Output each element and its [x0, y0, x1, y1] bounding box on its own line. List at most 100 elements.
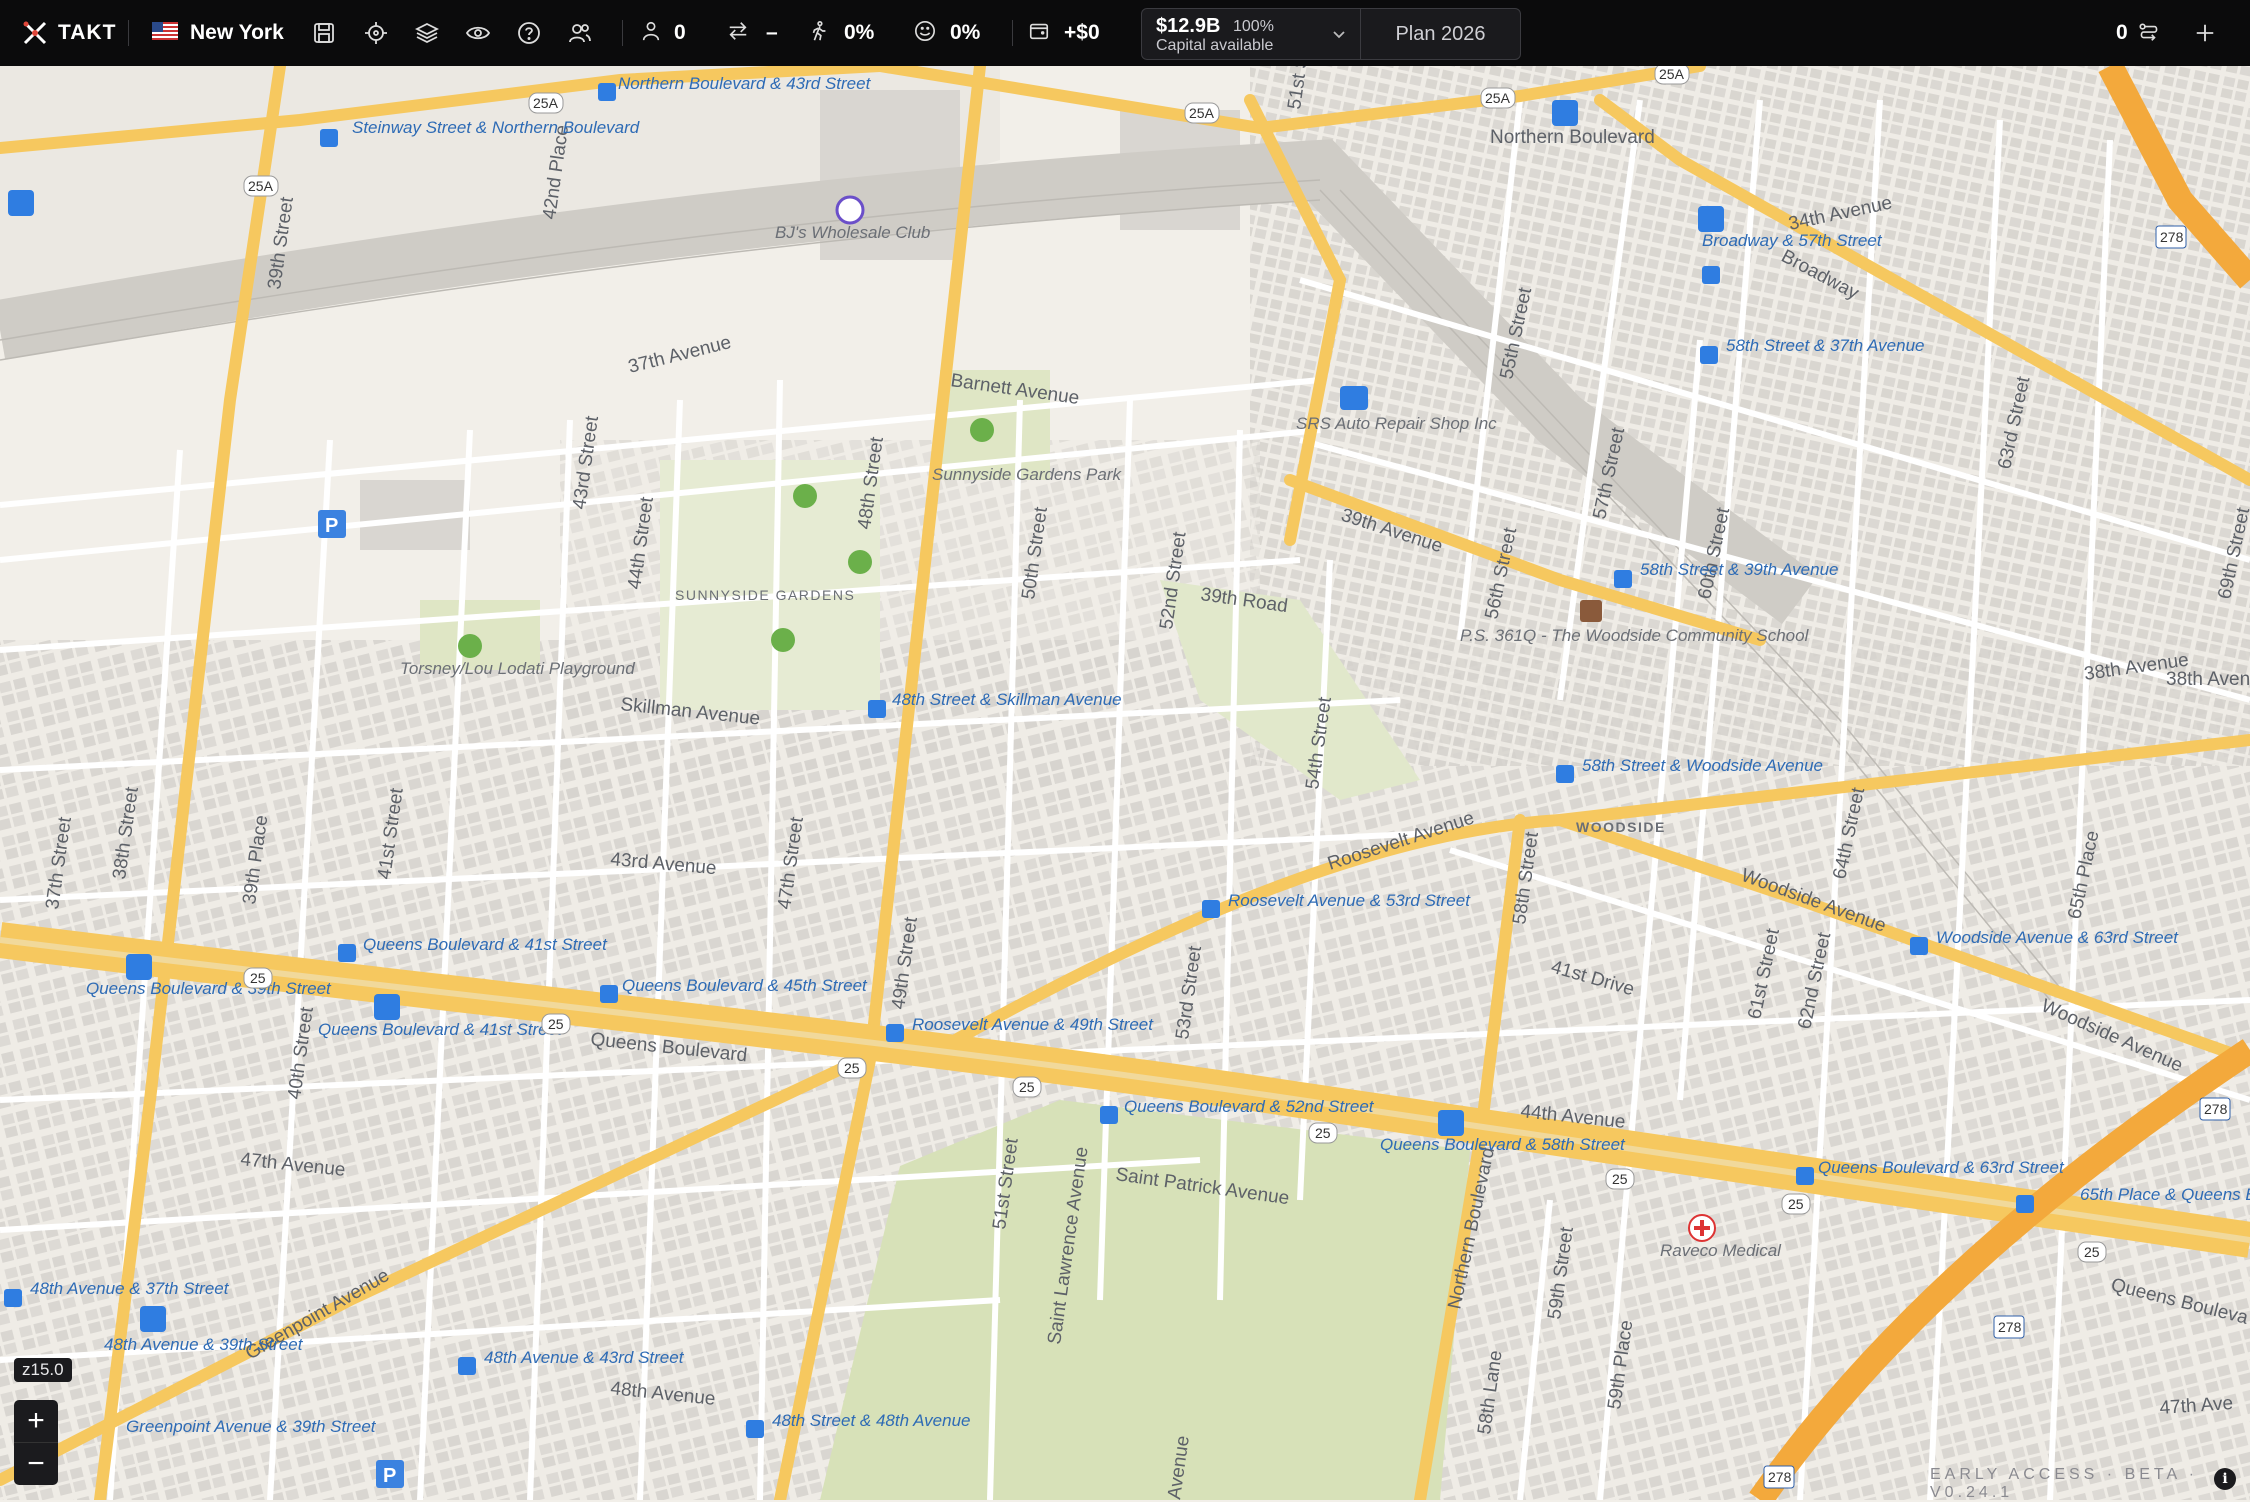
bus-stop-icon[interactable]	[746, 1420, 764, 1438]
bus-stop-icon[interactable]	[886, 1024, 904, 1042]
svg-text:25A: 25A	[248, 178, 274, 194]
train-icon[interactable]	[126, 954, 152, 980]
bus-stop-icon[interactable]	[338, 944, 356, 962]
bus-stop-icon[interactable]	[868, 700, 886, 718]
svg-text:Steinway Street & Northern Bou: Steinway Street & Northern Boulevard	[352, 118, 640, 137]
bus-stop-icon[interactable]	[1702, 266, 1720, 284]
train-icon[interactable]	[1698, 206, 1724, 232]
map-canvas[interactable]: Northern Boulevard Broadway 34th Avenue …	[0, 66, 2250, 1500]
plus-icon: +	[27, 1404, 45, 1437]
bus-stop-icon[interactable]	[4, 1289, 22, 1307]
zoom-in-button[interactable]: +	[14, 1400, 58, 1443]
svg-text:Greenpoint Avenue & 39th Stree: Greenpoint Avenue & 39th Street	[126, 1417, 377, 1436]
train-icon[interactable]	[8, 190, 34, 216]
train-icon[interactable]	[374, 994, 400, 1020]
capital-amount: $12.9B	[1156, 15, 1221, 37]
svg-text:Northern Boulevard: Northern Boulevard	[1490, 127, 1655, 148]
add-icon[interactable]	[2194, 0, 2216, 66]
budget-stat: +$0	[1028, 0, 1100, 66]
svg-text:WOODSIDE: WOODSIDE	[1576, 819, 1666, 835]
bus-stop-icon[interactable]	[1556, 765, 1574, 783]
svg-text:25: 25	[548, 1016, 564, 1032]
bus-stop-icon[interactable]	[458, 1357, 476, 1375]
layers-icon[interactable]	[415, 0, 439, 66]
takt-logo-icon	[22, 0, 48, 66]
svg-text:Queens Boulevard & 39th Street: Queens Boulevard & 39th Street	[86, 979, 332, 998]
smiley-icon	[914, 20, 936, 47]
population-value: 0	[674, 21, 686, 44]
capital-dropdown[interactable]: $12.9B 100% Capital available	[1142, 9, 1361, 59]
zoom-out-button[interactable]: −	[14, 1443, 58, 1485]
bus-stop-icon[interactable]	[1100, 1106, 1118, 1124]
svg-text:Torsney/Lou Lodati Playground: Torsney/Lou Lodati Playground	[400, 659, 635, 678]
tree-icon	[793, 484, 817, 508]
train-icon[interactable]	[1552, 100, 1578, 126]
svg-text:Queens Boulevard & 41st Street: Queens Boulevard & 41st Street	[318, 1020, 563, 1039]
svg-text:Roosevelt Avenue & 49th Street: Roosevelt Avenue & 49th Street	[912, 1015, 1154, 1034]
bus-stop-icon[interactable]	[1614, 570, 1632, 588]
svg-text:38th Aven: 38th Aven	[2166, 669, 2250, 690]
svg-text:25: 25	[1019, 1079, 1035, 1095]
svg-text:Queens Boulevard & 58th Street: Queens Boulevard & 58th Street	[1380, 1135, 1626, 1154]
svg-text:25A: 25A	[1659, 66, 1685, 82]
bus-stop-icon[interactable]	[1796, 1167, 1814, 1185]
svg-text:Broadway & 57th Street: Broadway & 57th Street	[1702, 231, 1883, 250]
bus-stop-icon[interactable]	[1910, 937, 1928, 955]
svg-text:Queens Boulevard & 45th Street: Queens Boulevard & 45th Street	[622, 976, 868, 995]
bus-stop-icon[interactable]	[1202, 900, 1220, 918]
beta-version-label: EARLY ACCESS · BETA · V0.24.1	[1930, 1466, 2199, 1501]
svg-text:48th Avenue & 43rd Street: 48th Avenue & 43rd Street	[484, 1348, 685, 1367]
transfer-stat: –	[726, 0, 778, 66]
capital-label: Capital available	[1156, 37, 1274, 54]
shopping-basket-icon	[835, 195, 865, 225]
plan-button[interactable]: Plan 2026	[1361, 9, 1520, 59]
svg-text:25: 25	[1788, 1196, 1804, 1212]
svg-text:Roosevelt Avenue & 53rd Street: Roosevelt Avenue & 53rd Street	[1228, 891, 1471, 910]
svg-text:58th Street & Woodside Avenue: 58th Street & Woodside Avenue	[1582, 756, 1823, 775]
eye-icon[interactable]	[466, 0, 490, 66]
locate-icon[interactable]	[364, 0, 388, 66]
svg-text:Sunnyside Gardens Park: Sunnyside Gardens Park	[932, 465, 1122, 484]
tree-icon	[970, 418, 994, 442]
capital-percent: 100%	[1233, 18, 1274, 35]
svg-text:278: 278	[1768, 1469, 1792, 1485]
top-toolbar: TAKT New York 0 – 0% 0% +$0 $12.9B 100% …	[0, 0, 2250, 66]
svg-text:25A: 25A	[1189, 105, 1215, 121]
walking-icon	[808, 19, 830, 48]
svg-text:Queens Boulevard & 63rd Street: Queens Boulevard & 63rd Street	[1818, 1158, 2065, 1177]
transfer-icon	[726, 20, 750, 47]
bus-stop-icon[interactable]	[1700, 346, 1718, 364]
tree-icon	[771, 628, 795, 652]
city-name: New York	[190, 21, 284, 44]
svg-text:65th Place & Queens Boulevard: 65th Place & Queens Boulevard	[2080, 1185, 2250, 1204]
svg-text:278: 278	[2160, 229, 2184, 245]
bus-stop-icon[interactable]	[600, 985, 618, 1003]
svg-text:Woodside Avenue & 63rd Street: Woodside Avenue & 63rd Street	[1936, 928, 2179, 947]
bus-stop-icon[interactable]	[598, 83, 616, 101]
routes-icon[interactable]	[2138, 0, 2160, 66]
svg-text:Northern Boulevard & 43rd Stre: Northern Boulevard & 43rd Street	[618, 74, 872, 93]
bus-stop-icon[interactable]	[2016, 1195, 2034, 1213]
help-icon[interactable]	[517, 0, 541, 66]
save-icon[interactable]	[312, 0, 336, 66]
info-icon[interactable]: i	[2214, 1468, 2236, 1490]
svg-text:278: 278	[2204, 1101, 2228, 1117]
svg-text:25: 25	[1612, 1171, 1628, 1187]
svg-text:48th Avenue & 37th Street: 48th Avenue & 37th Street	[30, 1279, 230, 1298]
svg-text:P: P	[383, 1465, 396, 1487]
person-icon	[640, 20, 662, 47]
users-icon[interactable]	[568, 0, 592, 66]
capital-panel: $12.9B 100% Capital available Plan 2026	[1141, 8, 1521, 60]
svg-text:48th Street & 48th Avenue: 48th Street & 48th Avenue	[772, 1411, 970, 1430]
walk-stat: 0%	[808, 0, 874, 66]
cemetery-park	[820, 1100, 1470, 1500]
city-selector[interactable]: New York	[152, 0, 284, 66]
svg-text:P.S. 361Q - The Woodside Commu: P.S. 361Q - The Woodside Community Schoo…	[1460, 626, 1810, 645]
svg-text:25: 25	[1315, 1125, 1331, 1141]
train-icon[interactable]	[140, 1306, 166, 1332]
svg-text:48th Avenue & 39th Street: 48th Avenue & 39th Street	[104, 1335, 304, 1354]
svg-text:25: 25	[250, 970, 266, 986]
svg-text:Queens Boulevard & 52nd Street: Queens Boulevard & 52nd Street	[1124, 1097, 1375, 1116]
bus-stop-icon[interactable]	[320, 129, 338, 147]
train-icon[interactable]	[1438, 1110, 1464, 1136]
